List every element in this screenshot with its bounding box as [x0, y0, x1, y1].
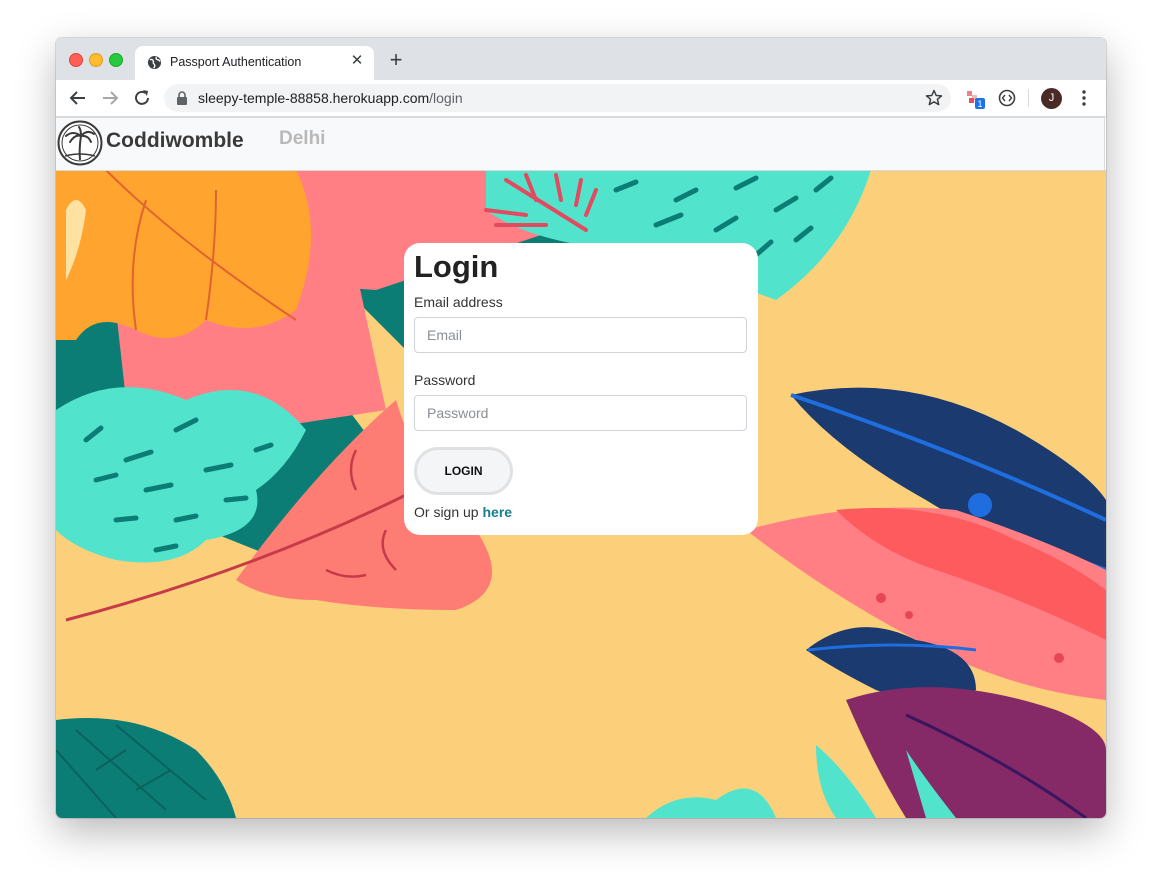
back-arrow-icon[interactable]: [68, 88, 88, 108]
maximize-window-button[interactable]: [109, 53, 123, 67]
url-path: /login: [429, 90, 463, 106]
password-label: Password: [414, 372, 476, 388]
signup-link[interactable]: here: [482, 504, 512, 520]
login-title: Login: [414, 249, 499, 284]
palm-tree-logo-icon[interactable]: [57, 120, 103, 166]
bookmark-star-icon[interactable]: [925, 89, 943, 107]
reload-icon[interactable]: [132, 88, 152, 108]
email-label: Email address: [414, 294, 503, 310]
tab-title: Passport Authentication: [170, 55, 302, 69]
url-host: sleepy-temple-88858.herokuapp.com: [198, 90, 430, 106]
browser-toolbar: sleepy-temple-88858.herokuapp.com/login …: [56, 80, 1106, 117]
new-tab-button[interactable]: +: [386, 49, 406, 71]
url-text: sleepy-temple-88858.herokuapp.com/login: [198, 90, 463, 106]
signup-prompt: Or sign up here: [414, 504, 512, 520]
extension-icon[interactable]: 1: [965, 89, 985, 109]
login-button[interactable]: LOGIN: [414, 447, 513, 495]
email-input[interactable]: [414, 317, 747, 353]
address-bar[interactable]: sleepy-temple-88858.herokuapp.com/login: [164, 84, 951, 112]
toolbar-divider: [1028, 89, 1029, 107]
page-content: Coddiwomble Delhi Login Email address Pa…: [56, 117, 1106, 818]
forward-arrow-icon[interactable]: [100, 88, 120, 108]
site-navbar: Coddiwomble Delhi: [56, 117, 1105, 171]
globe-icon: [147, 55, 162, 70]
close-window-button[interactable]: [69, 53, 83, 67]
password-input[interactable]: [414, 395, 747, 431]
tab-strip: Passport Authentication ✕ +: [56, 38, 1106, 80]
minimize-window-button[interactable]: [89, 53, 103, 67]
extension-code-icon[interactable]: [997, 88, 1017, 108]
signup-prefix: Or sign up: [414, 504, 483, 520]
profile-avatar[interactable]: J: [1041, 88, 1062, 109]
tab-passport-authentication[interactable]: Passport Authentication ✕: [135, 46, 374, 80]
lock-icon: [177, 91, 187, 105]
login-card: Login Email address Password LOGIN Or si…: [404, 243, 758, 535]
extension-badge: 1: [977, 99, 982, 109]
tab-close-icon[interactable]: ✕: [348, 52, 366, 70]
kebab-menu-icon[interactable]: [1076, 88, 1092, 108]
brand-name[interactable]: Coddiwomble: [106, 129, 244, 153]
nav-link-delhi[interactable]: Delhi: [279, 128, 325, 150]
browser-window: Passport Authentication ✕ + sleepy-templ…: [56, 38, 1106, 818]
